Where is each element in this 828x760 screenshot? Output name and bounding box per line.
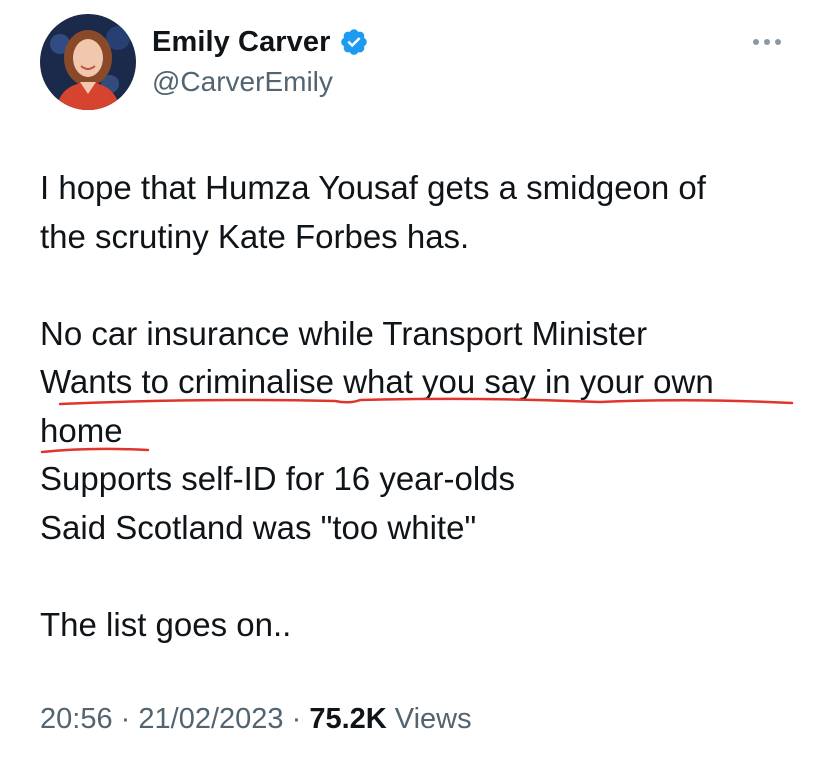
tweet-date[interactable]: 21/02/2023 <box>138 703 283 735</box>
author-name-row: Emily Carver <box>152 24 369 60</box>
tweet-line: Supports self-ID for 16 year-olds <box>40 460 516 497</box>
author-handle[interactable]: @CarverEmily <box>152 66 333 98</box>
tweet-line: No car insurance while Transport Ministe… <box>40 314 648 352</box>
tweet-line: the scrutiny Kate Forbes has. <box>40 217 470 255</box>
tweet-metadata: 20:56 · 21/02/2023 · 75.2K Views <box>40 703 472 736</box>
tweet-line-underlined: Wants to criminalise what you say in you… <box>40 363 714 400</box>
meta-separator: · <box>120 703 131 735</box>
tweet-time[interactable]: 20:56 <box>40 703 113 735</box>
views-count[interactable]: 75.2K <box>309 703 386 735</box>
avatar[interactable] <box>40 14 136 110</box>
verified-badge-icon <box>339 27 369 57</box>
author-display-name[interactable]: Emily Carver <box>152 26 331 59</box>
tweet-line: The list goes on.. <box>40 605 292 643</box>
tweet-line: I hope that Humza Yousaf gets a smidgeon… <box>40 169 706 206</box>
tweet-line-underlined: home <box>40 411 123 449</box>
tweet-text: I hope that Humza Yousaf gets a smidgeon… <box>40 164 810 649</box>
profile-photo-icon <box>40 14 136 110</box>
ellipsis-icon[interactable] <box>749 32 785 52</box>
meta-separator: · <box>291 703 302 735</box>
tweet-card: Emily Carver @CarverEmily I hope that Hu… <box>0 0 828 760</box>
views-label: Views <box>394 703 472 735</box>
tweet-line: Said Scotland was "too white" <box>40 508 477 546</box>
